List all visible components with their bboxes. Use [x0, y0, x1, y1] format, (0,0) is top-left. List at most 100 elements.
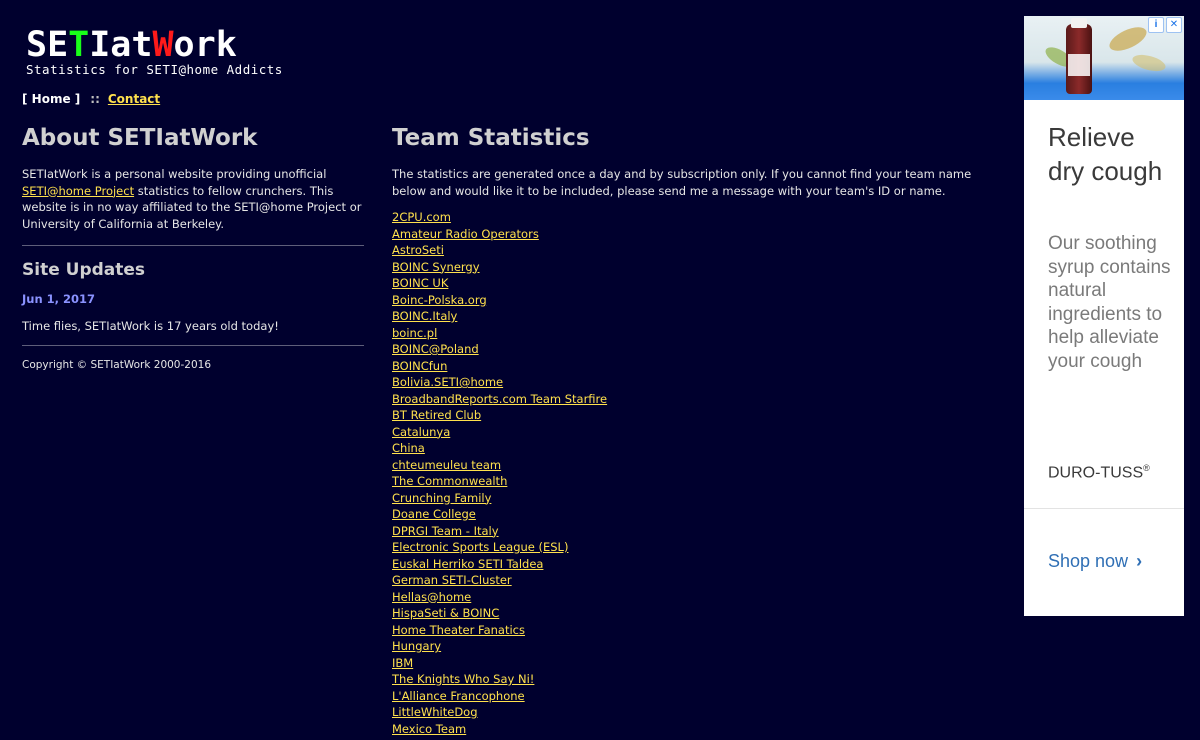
team-list-item: The Commonwealth: [392, 473, 992, 490]
team-list-item: chteumeuleu team: [392, 457, 992, 474]
ad-close-icon[interactable]: ✕: [1166, 17, 1182, 33]
team-link[interactable]: HispaSeti & BOINC: [392, 606, 499, 620]
team-list-item: 2CPU.com: [392, 209, 992, 226]
team-link[interactable]: Crunching Family: [392, 491, 491, 505]
team-link[interactable]: BOINC.Italy: [392, 309, 457, 323]
advertisement[interactable]: i ✕ Relieve dry cough Our soothing syrup…: [1024, 16, 1184, 616]
team-list-item: German SETI-Cluster: [392, 572, 992, 589]
team-list-item: BOINCfun: [392, 358, 992, 375]
ad-info-icon[interactable]: i: [1148, 17, 1164, 33]
copyright: Copyright © SETIatWork 2000-2016: [22, 359, 211, 371]
divider: [22, 345, 364, 346]
seti-project-link[interactable]: SETI@home Project: [22, 184, 134, 198]
team-link[interactable]: Doane College: [392, 507, 476, 521]
team-list-item: HispaSeti & BOINC: [392, 605, 992, 622]
team-link[interactable]: chteumeuleu team: [392, 458, 501, 472]
team-list-item: BOINC UK: [392, 275, 992, 292]
team-list-item: The Knights Who Say Ni!: [392, 671, 992, 688]
about-text: SETIatWork is a personal website providi…: [22, 166, 364, 232]
team-list-item: BOINC@Poland: [392, 341, 992, 358]
logo-alien-t-icon: T: [68, 25, 90, 65]
team-list-item: Boinc-Polska.org: [392, 292, 992, 309]
chevron-right-icon: ›: [1136, 551, 1143, 571]
team-link[interactable]: The Commonwealth: [392, 474, 507, 488]
team-list-item: Bolivia.SETI@home: [392, 374, 992, 391]
team-list-item: Home Theater Fanatics: [392, 622, 992, 639]
logo-subtitle: Statistics for SETI@home Addicts: [26, 62, 283, 77]
team-link[interactable]: 2CPU.com: [392, 210, 451, 224]
logo-text-t: t: [131, 25, 153, 65]
site-logo[interactable]: SETIatWork Statistics for SETI@home Addi…: [26, 26, 283, 77]
logo-text-ork: ork: [173, 25, 237, 65]
team-link[interactable]: LittleWhiteDog: [392, 705, 478, 719]
team-list-item: Catalunya: [392, 424, 992, 441]
sidebar: About SETIatWork SETIatWork is a persona…: [22, 124, 364, 374]
team-list-item: Amateur Radio Operators: [392, 226, 992, 243]
team-link[interactable]: German SETI-Cluster: [392, 573, 512, 587]
logo-text-ia: Ia: [89, 25, 132, 65]
team-link[interactable]: Boinc-Polska.org: [392, 293, 487, 307]
team-link[interactable]: Home Theater Fanatics: [392, 623, 525, 637]
team-list-item: China: [392, 440, 992, 457]
ad-headline[interactable]: Relieve dry cough: [1048, 120, 1174, 188]
team-link[interactable]: BT Retired Club: [392, 408, 481, 422]
team-link[interactable]: Amateur Radio Operators: [392, 227, 539, 241]
site-updates-title: Site Updates: [22, 260, 146, 280]
team-link[interactable]: DPRGI Team - Italy: [392, 524, 499, 538]
about-text-start: SETIatWork is a personal website providi…: [22, 167, 327, 181]
team-link[interactable]: Euskal Herriko SETI Taldea: [392, 557, 543, 571]
nav-home[interactable]: [ Home ]: [22, 92, 80, 106]
team-list-item: BT Retired Club: [392, 407, 992, 424]
team-list-item: BOINC Synergy: [392, 259, 992, 276]
team-list-item: Crunching Family: [392, 490, 992, 507]
top-nav: [ Home ]:: Contact: [22, 92, 160, 106]
team-link[interactable]: BOINC@Poland: [392, 342, 479, 356]
divider: [22, 245, 364, 246]
team-list-item: Hungary: [392, 638, 992, 655]
team-link[interactable]: BOINC Synergy: [392, 260, 480, 274]
update-text: Time flies, SETIatWork is 17 years old t…: [22, 318, 279, 333]
ad-product-image[interactable]: i ✕: [1024, 16, 1184, 100]
nav-contact-link[interactable]: Contact: [108, 92, 160, 106]
team-link[interactable]: BOINCfun: [392, 359, 447, 373]
team-link[interactable]: The Knights Who Say Ni!: [392, 672, 534, 686]
shop-now-label: Shop now: [1048, 551, 1129, 571]
team-stats-intro: The statistics are generated once a day …: [392, 167, 972, 198]
team-link[interactable]: BOINC UK: [392, 276, 448, 290]
bottle-cap-icon: [1071, 18, 1087, 28]
team-list-item: BroadbandReports.com Team Starfire: [392, 391, 992, 408]
ad-body[interactable]: Our soothing syrup contains natural ingr…: [1048, 232, 1174, 373]
logo-title: SETIatWork: [26, 26, 283, 64]
team-link[interactable]: Mexico Team: [392, 722, 466, 736]
about-title: About SETIatWork: [22, 125, 258, 151]
team-list-item: BOINC.Italy: [392, 308, 992, 325]
team-list-item: LittleWhiteDog: [392, 704, 992, 721]
ad-brand-name: DURO-TUSS: [1048, 464, 1144, 482]
team-link[interactable]: China: [392, 441, 425, 455]
team-list-item: DPRGI Team - Italy: [392, 523, 992, 540]
team-link[interactable]: boinc.pl: [392, 326, 437, 340]
team-link[interactable]: BroadbandReports.com Team Starfire: [392, 392, 607, 406]
logo-text-se: SE: [26, 25, 69, 65]
shop-now-button[interactable]: Shop now ›: [1048, 551, 1142, 572]
registered-mark: ®: [1143, 463, 1150, 473]
team-stats-title: Team Statistics: [392, 125, 590, 151]
team-link[interactable]: Bolivia.SETI@home: [392, 375, 503, 389]
team-list-item: Euskal Herriko SETI Taldea: [392, 556, 992, 573]
team-link[interactable]: Catalunya: [392, 425, 450, 439]
team-list-item: Doane College: [392, 506, 992, 523]
ad-brand[interactable]: DURO-TUSS®: [1048, 463, 1150, 482]
team-link[interactable]: L'Alliance Francophone: [392, 689, 525, 703]
team-link[interactable]: IBM: [392, 656, 413, 670]
team-list-item: Electronic Sports League (ESL): [392, 539, 992, 556]
ad-decoration: [1106, 22, 1150, 56]
team-link[interactable]: Hungary: [392, 639, 441, 653]
ad-choices: i ✕: [1148, 17, 1182, 33]
team-link[interactable]: Electronic Sports League (ESL): [392, 540, 568, 554]
nav-separator: ::: [90, 92, 100, 106]
logo-invader-w-icon: W: [152, 25, 174, 65]
team-list: 2CPU.com Amateur Radio Operators AstroSeti…: [392, 209, 992, 740]
team-list-item: IBM: [392, 655, 992, 672]
team-link[interactable]: Hellas@home: [392, 590, 471, 604]
team-link[interactable]: AstroSeti: [392, 243, 444, 257]
